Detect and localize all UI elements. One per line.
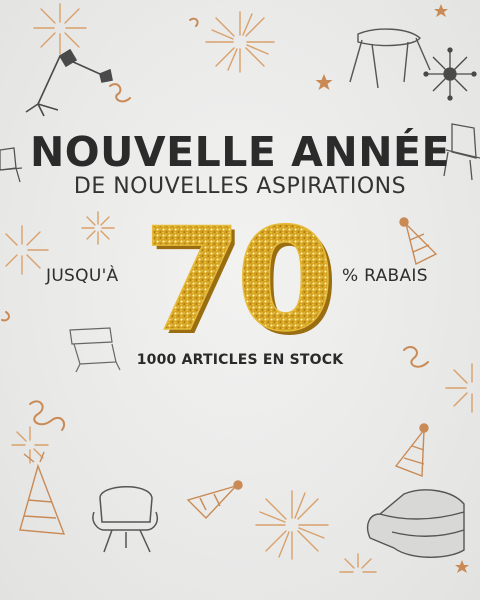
- party-hat-icon: [186, 480, 243, 520]
- firework-icon: [339, 553, 377, 573]
- star-icon: [315, 74, 333, 90]
- firework-icon: [33, 3, 87, 55]
- armchair-icon: [92, 486, 158, 553]
- floor-cushion-sofa-icon: [366, 489, 465, 558]
- discount-prefix: JUSQU'À: [46, 266, 119, 286]
- confetti-icon: [29, 400, 66, 431]
- star-icon: [434, 4, 448, 17]
- floor-lamp-icon: [25, 48, 113, 117]
- promo-banner: 70 70 NOUVELLE ANNÉE DE NOUVELLES ASPIRA…: [0, 0, 480, 600]
- firework-icon: [255, 490, 329, 560]
- confetti-icon: [1, 311, 10, 322]
- firework-icon: [81, 211, 115, 245]
- sunburst-clock-icon: [423, 47, 477, 101]
- confetti-icon: [189, 17, 199, 27]
- subheadline: DE NOUVELLES ASPIRATIONS: [73, 174, 407, 199]
- discount-value: 70: [143, 198, 329, 363]
- star-icon: [455, 560, 469, 573]
- side-table-icon: [349, 28, 431, 89]
- firework-icon: [445, 363, 473, 413]
- discount-number-graphic: 70 70: [142, 197, 339, 367]
- decorations-layer: 70 70: [0, 3, 480, 573]
- stock-note: 1000 ARTICLES EN STOCK: [136, 352, 344, 368]
- party-hat-icon: [399, 217, 438, 266]
- discount-suffix: % RABAIS: [342, 266, 428, 286]
- firework-icon: [11, 426, 49, 464]
- headline: NOUVELLE ANNÉE: [29, 128, 451, 176]
- firework-icon: [5, 225, 49, 275]
- confetti-icon: [109, 83, 131, 103]
- firework-icon: [205, 11, 275, 73]
- party-hat-icon: [394, 423, 429, 478]
- party-hat-icon: [19, 451, 66, 535]
